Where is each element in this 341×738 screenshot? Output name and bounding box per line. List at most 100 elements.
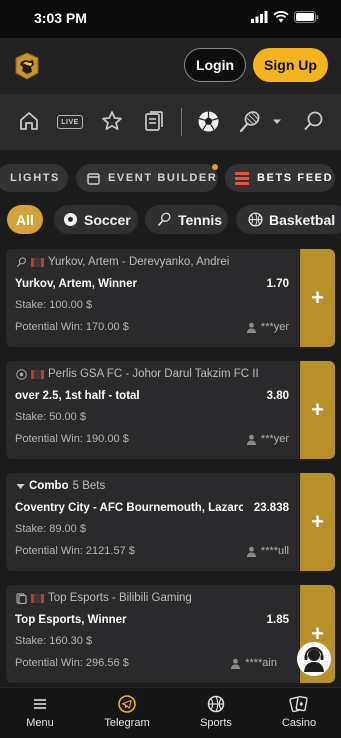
bet-user-name: ***yer [260,433,289,445]
filter-basketball-label: Basketbal [269,211,336,228]
bottom-tab-casino[interactable]: Casino [259,688,339,738]
tab-bets-feed[interactable]: BETS FEED [225,164,335,192]
favorites-star-icon[interactable] [101,110,123,132]
combo-title: Combo [29,480,69,492]
bet-event-header: Perlis GSA FC - Johor Darul Takzim FC II [16,368,286,380]
bottom-tab-sports[interactable]: Sports [176,688,256,738]
tab-highlights[interactable]: LIGHTS [0,164,68,192]
filter-all[interactable]: All [7,205,43,234]
sport-soccer-icon [16,368,27,380]
flag-icon [31,257,44,267]
user-icon [246,434,256,445]
status-time: 3:03 PM [34,10,87,26]
sport-esports-icon [16,592,27,604]
bet-event-name: Yurkov, Artem - Derevyanko, Andrei [48,256,230,268]
bet-card-body[interactable]: Yurkov, Artem - Derevyanko, Andrei Yurko… [6,249,299,347]
combo-count: 5 Bets [72,480,106,492]
bet-card-body[interactable]: Perlis GSA FC - Johor Darul Takzim FC II… [6,361,299,459]
bet-user-name: ****ain [245,657,277,669]
tennis-racket-icon[interactable] [238,110,262,134]
bet-potential-win: Potential Win: 170.00 $ [15,321,129,333]
bet-event-name: Perlis GSA FC - Johor Darul Takzim FC II [48,368,259,380]
bet-event-name: Top Esports - Bilibili Gaming [48,592,192,604]
chevron-down-icon[interactable] [272,118,282,126]
betslip-icon[interactable] [143,110,165,132]
support-chat-icon[interactable] [297,642,331,676]
casino-cards-icon [289,695,308,713]
bottom-tab-telegram-label: Telegram [104,717,150,729]
filter-tennis-label: Tennis [178,211,223,228]
bet-event-header: Yurkov, Artem - Derevyanko, Andrei [16,256,286,268]
user-icon [246,546,256,557]
add-to-betslip-button[interactable]: + [300,361,335,459]
calendar-icon [87,172,100,185]
bet-potential-win: Potential Win: 296.56 $ [15,657,129,669]
menu-icon [34,699,46,709]
bottom-tab-telegram[interactable]: Telegram [87,688,167,738]
search-icon[interactable] [303,110,325,132]
bet-card-body[interactable]: Top Esports - Bilibili Gaming Top Esport… [6,585,299,683]
tennis-racket-icon [158,212,171,226]
tab-bets-feed-label: BETS FEED [257,172,334,184]
status-bar: 3:03 PM [0,0,341,38]
bet-stake: Stake: 89.00 $ [15,523,86,535]
bet-selection: Coventry City - AFC Bournemouth, Lazaro [15,502,243,514]
combo-header[interactable]: Combo 5 Bets [16,480,286,492]
signup-button[interactable]: Sign Up [253,48,328,82]
bet-card: Yurkov, Artem - Derevyanko, Andrei Yurko… [6,249,335,347]
battery-icon [294,11,319,23]
user-icon [231,658,241,669]
soccer-ball-icon[interactable] [197,110,220,133]
bet-odds: 1.85 [266,614,289,626]
bet-card: Top Esports - Bilibili Gaming Top Esport… [6,585,335,683]
add-to-betslip-button[interactable]: + [300,473,335,571]
combo-bet-card: Combo 5 Bets Coventry City - AFC Bournem… [6,473,335,571]
home-icon[interactable] [18,110,40,132]
app-header: Login Sign Up [0,38,341,94]
bottom-tab-casino-label: Casino [281,717,317,729]
brand-logo[interactable] [14,52,40,80]
status-icons [251,11,319,23]
bet-stake: Stake: 100.00 $ [15,299,93,311]
login-button[interactable]: Login [184,48,246,82]
tab-event-builder-label: EVENT BUILDER [108,172,218,184]
tab-event-builder[interactable]: EVENT BUILDER [76,164,218,192]
signal-icon [251,11,268,23]
bet-odds: 23.838 [253,502,289,514]
add-to-betslip-button[interactable]: + [300,249,335,347]
bet-user: ****ain [230,657,277,669]
filter-soccer-label: Soccer [84,211,131,228]
filter-soccer[interactable]: Soccer [54,205,138,234]
bet-potential-win: Potential Win: 2121.57 $ [15,545,135,557]
sports-nav-bar [0,94,341,150]
filter-basketball[interactable]: Basketbal [236,205,341,234]
bet-stake: Stake: 160.30 $ [15,635,93,647]
sport-tennis-icon [16,256,26,267]
sport-filters: All Soccer Tennis Basketbal [0,205,341,235]
bet-potential-win: Potential Win: 190.00 $ [15,433,129,445]
bottom-tab-menu-label: Menu [26,717,54,729]
quick-tabs: LIGHTS EVENT BUILDER BETS FEED [0,161,341,193]
live-button[interactable]: LIVE [57,115,83,129]
basketball-icon [207,695,225,713]
bet-user-name: ***yer [260,321,289,333]
bet-card-body[interactable]: Combo 5 Bets Coventry City - AFC Bournem… [6,473,299,571]
filter-all-label: All [16,211,34,228]
bet-user: ***yer [246,321,289,333]
basketball-icon [248,212,263,227]
tab-highlights-label: LIGHTS [10,172,60,184]
filter-tennis[interactable]: Tennis [145,205,228,234]
bottom-tab-menu[interactable]: Menu [0,688,80,738]
nav-divider [181,108,182,136]
soccer-ball-icon [63,212,78,227]
bet-user: ****ull [246,545,289,557]
bet-stake: Stake: 50.00 $ [15,411,86,423]
feed-list-icon [235,171,249,185]
wifi-icon [273,11,289,23]
flag-icon [31,593,44,603]
bottom-nav: Menu Telegram Sports Casino [0,687,341,738]
bet-event-header: Top Esports - Bilibili Gaming [16,592,286,604]
user-icon [246,322,256,333]
bet-odds: 3.80 [266,390,289,402]
bet-selection: over 2.5, 1st half - total [15,390,140,402]
